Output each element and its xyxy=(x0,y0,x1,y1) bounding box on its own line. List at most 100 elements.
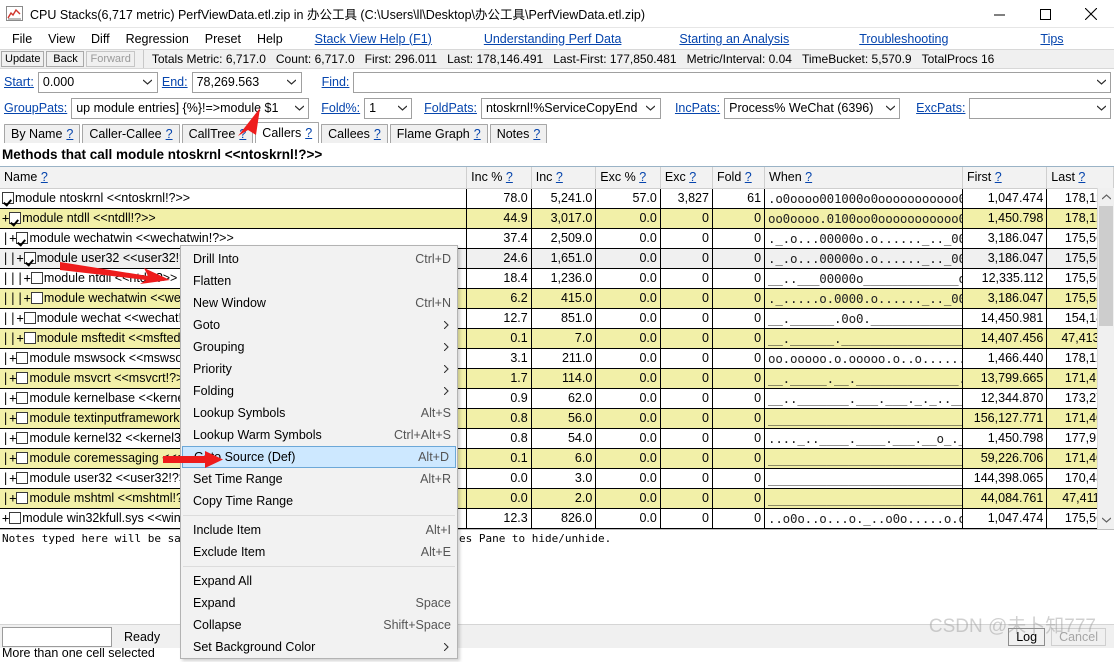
cell-first[interactable]: 156,127.771 xyxy=(962,408,1048,429)
cell-inc[interactable]: 114.0 xyxy=(531,368,597,389)
row-checkbox[interactable] xyxy=(9,512,22,524)
cell-name[interactable]: + module ntdll <<ntdll!?>> xyxy=(0,208,468,229)
cell-inc-pct[interactable]: 0.1 xyxy=(466,328,532,349)
menu-item-expand[interactable]: Expand Space xyxy=(181,592,457,614)
row-checkbox[interactable] xyxy=(16,372,29,384)
cell-exc-pct[interactable]: 0.0 xyxy=(595,488,661,509)
table-row[interactable]: |||+ module wechatwin <<wechatwin!?>> 6.2 4… xyxy=(0,288,1114,309)
row-checkbox[interactable] xyxy=(23,312,36,324)
find-label[interactable]: Find: xyxy=(318,75,354,89)
help-icon[interactable]: ? xyxy=(1078,170,1085,184)
tab-help-icon[interactable]: ? xyxy=(239,127,246,141)
menu-item-set-time-range[interactable]: Set Time Range Alt+R xyxy=(181,468,457,490)
table-row[interactable]: |+ module textinputframework <<textinputf… xyxy=(0,408,1114,429)
link-starting-an-analysis[interactable]: Starting an Analysis xyxy=(679,30,789,48)
cell-exc-pct[interactable]: 0.0 xyxy=(595,368,661,389)
cell-exc-pct[interactable]: 0.0 xyxy=(595,248,661,269)
help-icon[interactable]: ? xyxy=(805,170,812,184)
cell-fold[interactable]: 0 xyxy=(712,468,766,489)
row-checkbox[interactable] xyxy=(2,192,14,204)
close-icon[interactable] xyxy=(1068,0,1114,28)
cell-first[interactable]: 44,084.761 xyxy=(962,488,1048,509)
cell-when[interactable]: ...._..____.____.___.__o_.______ xyxy=(764,428,963,449)
scroll-down-icon[interactable] xyxy=(1098,512,1114,529)
cell-exc[interactable]: 0 xyxy=(660,428,713,449)
cell-first[interactable]: 1,047.474 xyxy=(962,508,1048,529)
cell-exc[interactable]: 0 xyxy=(660,228,713,249)
tab-caller-callee[interactable]: Caller-Callee? xyxy=(82,124,180,143)
log-button[interactable]: Log xyxy=(1008,627,1046,646)
cell-when[interactable]: _______________________________ xyxy=(764,488,963,509)
cell-inc-pct[interactable]: 1.7 xyxy=(466,368,532,389)
menu-item-new-window[interactable]: New Window Ctrl+N xyxy=(181,292,457,314)
cell-exc-pct[interactable]: 57.0 xyxy=(595,188,661,209)
cell-first[interactable]: 3,186.047 xyxy=(962,228,1048,249)
back-button[interactable]: Back xyxy=(46,51,85,67)
start-label[interactable]: Start: xyxy=(0,75,38,89)
col-header-inc-pct[interactable]: Inc % ? xyxy=(466,167,532,189)
table-row[interactable]: |+ module kernelbase <<kernelbase!?>> 0.9 6… xyxy=(0,388,1114,409)
row-checkbox[interactable] xyxy=(16,412,29,424)
update-button[interactable]: Update xyxy=(1,51,45,67)
cell-fold[interactable]: 61 xyxy=(712,188,766,209)
cell-inc[interactable]: 56.0 xyxy=(531,408,597,429)
cell-inc-pct[interactable]: 18.4 xyxy=(466,268,532,289)
cell-inc-pct[interactable]: 37.4 xyxy=(466,228,532,249)
row-checkbox[interactable] xyxy=(16,352,29,364)
cell-inc[interactable]: 826.0 xyxy=(531,508,597,529)
excpats-label[interactable]: ExcPats: xyxy=(912,101,969,115)
maximize-icon[interactable] xyxy=(1022,0,1068,28)
cell-inc[interactable]: 415.0 xyxy=(531,288,597,309)
scrollbar-thumb[interactable] xyxy=(1099,206,1113,326)
cell-fold[interactable]: 0 xyxy=(712,408,766,429)
cell-first[interactable]: 1,450.798 xyxy=(962,208,1048,229)
cell-exc[interactable]: 0 xyxy=(660,448,713,469)
menu-item-drill-into[interactable]: Drill Into Ctrl+D xyxy=(181,248,457,270)
find-input[interactable] xyxy=(353,71,1111,93)
chevron-down-icon[interactable] xyxy=(285,73,299,92)
grouppats-label[interactable]: GroupPats: xyxy=(0,101,71,115)
menu-item-lookup-warm-symbols[interactable]: Lookup Warm Symbols Ctrl+Alt+S xyxy=(181,424,457,446)
row-checkbox[interactable] xyxy=(16,492,29,504)
cell-first[interactable]: 12,335.112 xyxy=(962,268,1048,289)
cell-when[interactable]: oo.ooooo.o.ooooo.o..o......ooooo xyxy=(764,348,963,369)
cell-fold[interactable]: 0 xyxy=(712,208,766,229)
cell-when[interactable]: ._.o...00000o.o......_.._000.000 xyxy=(764,248,963,269)
chevron-down-icon[interactable] xyxy=(395,99,409,118)
row-checkbox[interactable] xyxy=(16,452,29,464)
cell-fold[interactable]: 0 xyxy=(712,268,766,289)
table-row[interactable]: |+ module wechatwin <<wechatwin!?>> 37.4 2,… xyxy=(0,228,1114,249)
menu-item-priority[interactable]: Priority xyxy=(181,358,457,380)
cell-inc[interactable]: 2,509.0 xyxy=(531,228,597,249)
grid-vertical-scrollbar[interactable] xyxy=(1097,188,1114,529)
row-checkbox[interactable] xyxy=(16,392,29,404)
cell-when[interactable]: __.______.____________________ xyxy=(764,328,963,349)
table-row[interactable]: |+ module kernel32 <<kernel32!?>> 0.8 54.0 0… xyxy=(0,428,1114,449)
table-row[interactable]: |+ module mshtml <<mshtml!?>> 0.0 2.0 0.0 0 0 _… xyxy=(0,488,1114,509)
link-troubleshooting[interactable]: Troubleshooting xyxy=(859,30,948,48)
cell-fold[interactable]: 0 xyxy=(712,288,766,309)
cell-inc-pct[interactable]: 3.1 xyxy=(466,348,532,369)
cell-fold[interactable]: 0 xyxy=(712,228,766,249)
foldpats-input[interactable]: ntoskrnl!%ServiceCopyEnd xyxy=(480,97,661,119)
cell-inc[interactable]: 851.0 xyxy=(531,308,597,329)
table-row[interactable]: + module win32kfull.sys <<win32kfull!?>> 1… xyxy=(0,508,1114,529)
table-row[interactable]: |+ module mswsock <<mswsock!?>> 3.1 211.0 0.… xyxy=(0,348,1114,369)
cell-inc[interactable]: 5,241.0 xyxy=(531,188,597,209)
tab-help-icon[interactable]: ? xyxy=(474,127,481,141)
table-row[interactable]: ||+ module user32 <<user32!?>> 24.6 1,651.0… xyxy=(0,248,1114,269)
help-icon[interactable]: ? xyxy=(639,170,646,184)
tab-callers[interactable]: Callers? xyxy=(255,122,320,143)
cell-first[interactable]: 14,407.456 xyxy=(962,328,1048,349)
cell-inc-pct[interactable]: 12.3 xyxy=(466,508,532,529)
cell-inc[interactable]: 7.0 xyxy=(531,328,597,349)
help-icon[interactable]: ? xyxy=(506,170,513,184)
cell-when[interactable]: ..o0o..o...o._..o0o.....o.o..oo. xyxy=(764,508,963,529)
menu-item-flatten[interactable]: Flatten xyxy=(181,270,457,292)
status-search-input[interactable] xyxy=(2,626,112,647)
table-row[interactable]: + module ntdll <<ntdll!?>> 44.9 3,017.0 0.0 0… xyxy=(0,208,1114,229)
cell-fold[interactable]: 0 xyxy=(712,368,766,389)
tab-notes[interactable]: Notes? xyxy=(489,124,548,143)
cell-fold[interactable]: 0 xyxy=(712,448,766,469)
cell-fold[interactable]: 0 xyxy=(712,388,766,409)
